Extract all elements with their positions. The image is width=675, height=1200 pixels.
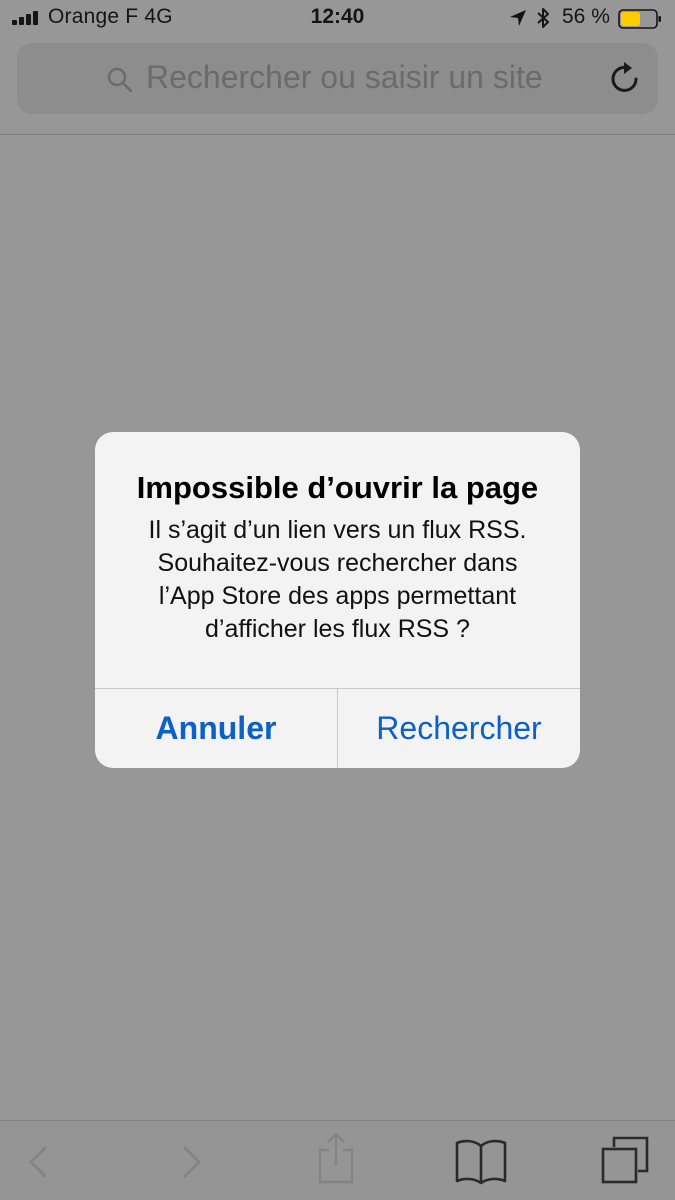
alert-message: Il s’agit d’un lien vers un flux RSS. So… [105, 514, 570, 646]
location-arrow-icon [510, 10, 526, 26]
tabs-icon[interactable] [600, 1135, 650, 1185]
status-bar: Orange F 4G 12:40 56 % [0, 0, 675, 38]
share-icon[interactable] [314, 1130, 358, 1186]
reload-icon[interactable] [608, 60, 642, 96]
signal-icon [12, 11, 38, 25]
forward-chevron-icon[interactable] [178, 1142, 204, 1182]
battery-icon [618, 9, 661, 29]
alert-title: Impossible d’ouvrir la page [136, 470, 539, 505]
back-chevron-icon[interactable] [26, 1142, 52, 1182]
carrier-label: Orange F 4G [48, 5, 173, 28]
address-bar-divider [0, 134, 675, 135]
search-input[interactable]: Rechercher ou saisir un site [146, 59, 543, 96]
cancel-button[interactable]: Annuler [95, 689, 337, 768]
alert-message-line: l’App Store des apps permettant [158, 582, 517, 610]
battery-percent: 56 % [562, 5, 610, 28]
search-app-store-button[interactable]: Rechercher [338, 689, 580, 768]
bluetooth-icon [537, 8, 549, 28]
alert-message-line: d’afficher les flux RSS ? [205, 615, 470, 643]
alert-message-line: Souhaitez-vous rechercher dans [157, 549, 518, 577]
battery-level-fill [621, 12, 640, 26]
search-icon [107, 67, 133, 93]
alert-message-line: Il s’agit d’un lien vers un flux RSS. [148, 516, 527, 544]
bookmarks-icon[interactable] [454, 1137, 508, 1185]
